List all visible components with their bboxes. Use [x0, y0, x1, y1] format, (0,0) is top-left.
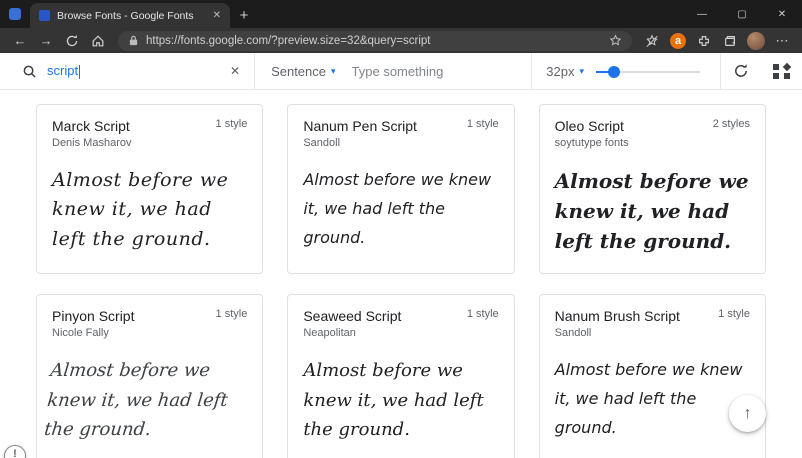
alert-icon: ! [13, 448, 17, 458]
font-card[interactable]: Oleo Script soytutype fonts 2 styles Alm… [538, 104, 766, 274]
extension-a-icon: a [670, 32, 686, 49]
new-tab-button[interactable]: + [230, 3, 258, 28]
font-card[interactable]: Seaweed Script Neapolitan 1 style Almost… [287, 294, 515, 458]
font-size-dropdown[interactable]: 32px ▾ [532, 53, 596, 89]
font-author: Denis Masharov [52, 137, 132, 149]
search-query-text: script [47, 63, 79, 79]
reset-refresh-icon [735, 64, 747, 77]
browser-tab[interactable]: Browse Fonts - Google Fonts ✕ [30, 3, 230, 28]
lock-icon [129, 35, 138, 46]
maximize-button[interactable]: ▢ [722, 0, 762, 28]
grid-view-icon [773, 62, 792, 80]
font-name[interactable]: Oleo Script [555, 118, 629, 134]
fonts-search-toolbar: script ✕ Sentence ▾ 32px ▾ [0, 53, 802, 90]
preview-text-input[interactable] [351, 53, 532, 89]
settings-more-button[interactable]: ⋯ [770, 33, 794, 49]
search-box[interactable]: script [0, 53, 230, 89]
font-preview-text[interactable]: Almost before we knew it, we had left th… [555, 166, 750, 256]
font-size-value: 32px [546, 63, 575, 79]
url-text[interactable]: https://fonts.google.com/?preview.size=3… [146, 35, 602, 47]
font-style-count: 2 styles [712, 118, 750, 130]
browser-window: Browse Fonts - Google Fonts ✕ + — ▢ ✕ ← … [0, 0, 802, 458]
tab-actions-icon [9, 8, 21, 20]
font-name[interactable]: Seaweed Script [303, 308, 401, 324]
font-card[interactable]: Pinyon Script Nicole Fally 1 style Almos… [36, 294, 264, 458]
favorites-hub-button[interactable] [640, 30, 664, 52]
font-style-count: 1 style [215, 308, 248, 320]
font-style-count: 1 style [215, 118, 248, 130]
back-button[interactable]: ← [8, 30, 32, 52]
font-name[interactable]: Pinyon Script [52, 308, 134, 324]
preview-type-label: Sentence [271, 63, 326, 79]
font-preview-text[interactable]: Almost before we knew it, we had left th… [555, 356, 750, 442]
chevron-down-icon: ▾ [331, 65, 336, 76]
font-preview-text[interactable]: Almost before we knew it, we had left th… [303, 166, 498, 252]
collections-button[interactable] [718, 30, 742, 52]
forward-button[interactable]: → [34, 30, 58, 52]
font-cards-grid: Marck Script Denis Masharov 1 style Almo… [0, 90, 802, 458]
font-card[interactable]: Nanum Brush Script Sandoll 1 style Almos… [538, 294, 766, 458]
scroll-to-top-button[interactable]: ↑ [729, 395, 766, 432]
font-author: Sandoll [303, 137, 341, 149]
search-input[interactable]: script [47, 63, 230, 79]
font-card[interactable]: Nanum Pen Script Sandoll 1 style Almost … [287, 104, 515, 274]
address-bar[interactable]: https://fonts.google.com/?preview.size=3… [118, 30, 632, 51]
favorites-star-icon[interactable] [609, 34, 622, 47]
collections-icon [725, 35, 735, 46]
font-author: Nicole Fally [52, 327, 109, 339]
reset-button[interactable] [721, 53, 761, 89]
home-button[interactable] [86, 30, 110, 52]
slider-thumb[interactable] [608, 66, 620, 78]
font-preview-text[interactable]: Almost before we knew it, we had left th… [303, 356, 498, 445]
tab-actions-button[interactable] [0, 0, 30, 28]
text-cursor [79, 64, 81, 79]
font-author: Neapolitan [303, 327, 356, 339]
grid-view-toggle[interactable] [761, 53, 802, 89]
browser-navbar: ← → https://fonts.google.com/?preview.si… [0, 28, 802, 53]
font-preview-text[interactable]: Almost before we knew it, we had left th… [52, 166, 247, 254]
font-name[interactable]: Nanum Pen Script [303, 118, 417, 134]
extensions-puzzle-icon [699, 35, 709, 46]
refresh-icon [66, 34, 78, 46]
font-size-slider[interactable] [596, 53, 700, 90]
favorites-hub-icon [646, 34, 658, 47]
font-author: Sandoll [554, 327, 592, 339]
browser-titlebar: Browse Fonts - Google Fonts ✕ + — ▢ ✕ [0, 0, 802, 28]
extension-a-button[interactable]: a [666, 30, 690, 52]
chevron-down-icon: ▾ [579, 65, 584, 76]
home-icon [92, 34, 104, 46]
tab-favicon-icon [39, 10, 50, 21]
font-style-count: 1 style [466, 118, 499, 130]
clear-search-button[interactable]: ✕ [230, 53, 254, 89]
profile-button[interactable] [744, 30, 768, 52]
minimize-button[interactable]: — [682, 0, 722, 28]
font-style-count: 1 style [466, 308, 499, 320]
font-style-count: 1 style [718, 308, 750, 320]
font-author: soytutype fonts [554, 137, 629, 149]
tab-title: Browse Fonts - Google Fonts [57, 9, 194, 22]
extensions-button[interactable] [692, 30, 716, 52]
tab-close-icon[interactable]: ✕ [213, 10, 221, 21]
close-button[interactable]: ✕ [762, 0, 802, 28]
up-arrow-icon: ↑ [743, 404, 752, 422]
profile-avatar [747, 31, 765, 50]
font-name[interactable]: Marck Script [52, 118, 131, 134]
preview-type-dropdown[interactable]: Sentence ▾ [255, 53, 351, 89]
refresh-button[interactable] [60, 30, 84, 52]
font-card[interactable]: Marck Script Denis Masharov 1 style Almo… [36, 104, 264, 274]
search-icon [23, 65, 36, 78]
font-preview-text[interactable]: Almost before we knew it, we had left th… [43, 356, 248, 445]
window-controls: — ▢ ✕ [682, 0, 802, 28]
font-name[interactable]: Nanum Brush Script [555, 308, 680, 324]
